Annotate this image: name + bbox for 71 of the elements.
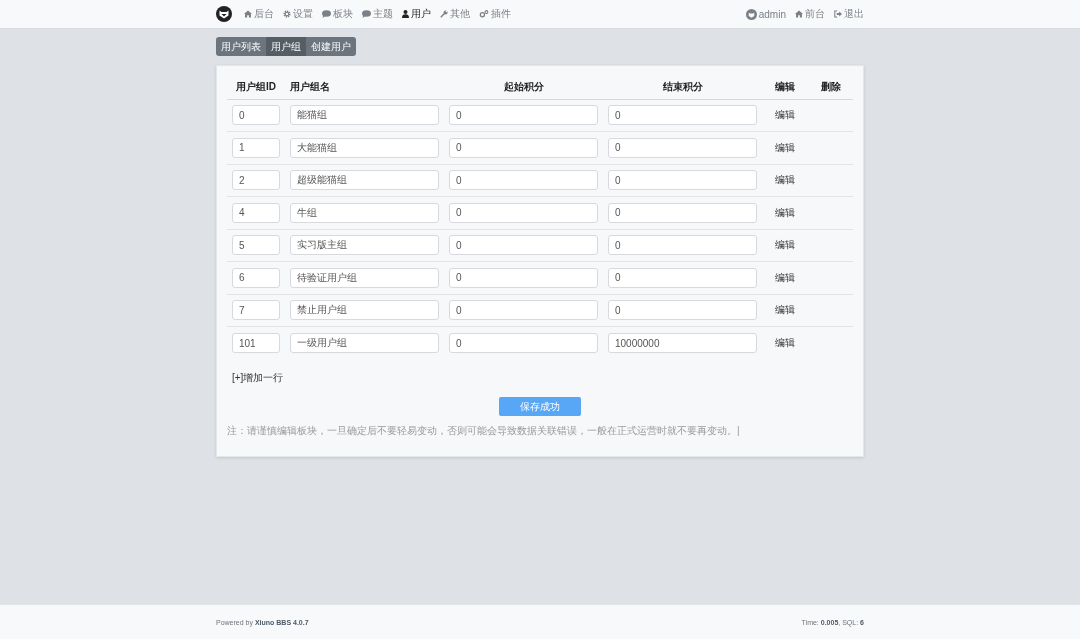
edit-link[interactable]: 编辑 bbox=[775, 174, 795, 186]
tab[interactable]: 用户列表 bbox=[216, 37, 266, 56]
input-field[interactable]: 0 bbox=[449, 267, 598, 288]
input-field[interactable]: 0 bbox=[449, 170, 598, 191]
column-header: 起始积分 bbox=[444, 76, 603, 99]
user-icon bbox=[402, 10, 409, 18]
home-icon bbox=[244, 10, 252, 18]
column-header: 结束积分 bbox=[603, 76, 762, 99]
input-field[interactable]: 超级能猫组 bbox=[290, 170, 439, 191]
nav-link[interactable]: 主题 bbox=[362, 7, 393, 21]
input-field[interactable]: 实习版主组 bbox=[290, 235, 439, 256]
input-field[interactable]: 一级用户组 bbox=[290, 333, 439, 353]
edit-link[interactable]: 编辑 bbox=[775, 337, 795, 348]
input-field[interactable]: 能猫组 bbox=[290, 105, 439, 126]
input-field[interactable]: 0 bbox=[608, 202, 757, 223]
nav-link[interactable]: 其他 bbox=[440, 7, 470, 21]
input-field[interactable]: 0 bbox=[608, 170, 757, 191]
speech-bubble-icon bbox=[362, 10, 371, 18]
edit-link[interactable]: 编辑 bbox=[775, 206, 795, 218]
input-field[interactable]: 0 bbox=[449, 137, 598, 158]
tab[interactable]: 创建用户 bbox=[306, 37, 356, 56]
nav-link[interactable]: admin bbox=[745, 8, 786, 20]
sign-out-icon bbox=[834, 10, 842, 18]
nav-link[interactable]: 前台 bbox=[795, 7, 825, 21]
nav-link[interactable]: 设置 bbox=[283, 7, 313, 21]
speech-bubble-icon bbox=[322, 10, 331, 18]
input-field[interactable]: 禁止用户组 bbox=[290, 300, 439, 321]
edit-link[interactable]: 编辑 bbox=[775, 271, 795, 283]
input-field[interactable]: 0 bbox=[449, 235, 598, 256]
avatar-icon bbox=[745, 8, 757, 20]
logo-icon[interactable] bbox=[216, 6, 232, 22]
input-field[interactable]: 6 bbox=[232, 267, 280, 288]
input-field[interactable]: 1 bbox=[232, 137, 280, 158]
input-field[interactable]: 10000000 bbox=[608, 333, 757, 353]
edit-link[interactable]: 编辑 bbox=[775, 141, 795, 153]
home-icon bbox=[795, 10, 803, 18]
nav-link[interactable]: 退出 bbox=[834, 7, 864, 21]
column-header: 编辑 bbox=[762, 76, 808, 99]
edit-link[interactable]: 编辑 bbox=[775, 304, 795, 316]
column-header: 用户组ID bbox=[227, 76, 285, 99]
input-field[interactable]: 0 bbox=[449, 105, 598, 126]
input-field[interactable]: 牛组 bbox=[290, 202, 439, 223]
input-field[interactable]: 0 bbox=[449, 300, 598, 321]
settings-icon bbox=[283, 10, 291, 18]
add-row-link[interactable]: [+]增加一行 bbox=[232, 372, 284, 383]
input-field[interactable]: 7 bbox=[232, 300, 280, 321]
input-field[interactable]: 0 bbox=[608, 300, 757, 321]
nav-link[interactable]: 后台 bbox=[244, 7, 274, 21]
tab[interactable]: 用户组 bbox=[266, 37, 306, 56]
column-header: 用户组名 bbox=[285, 76, 444, 99]
input-field[interactable]: 待验证用户组 bbox=[290, 267, 439, 288]
input-field[interactable]: 0 bbox=[608, 137, 757, 158]
input-field[interactable]: 101 bbox=[232, 333, 280, 353]
input-field[interactable]: 2 bbox=[232, 170, 280, 191]
input-field[interactable]: 0 bbox=[608, 105, 757, 126]
edit-link[interactable]: 编辑 bbox=[775, 109, 795, 121]
nav-link[interactable]: 板块 bbox=[322, 7, 353, 21]
column-header: 删除 bbox=[808, 76, 853, 99]
nav-link[interactable]: 插件 bbox=[479, 7, 511, 21]
input-field[interactable]: 5 bbox=[232, 235, 280, 256]
nav-link[interactable]: 用户 bbox=[402, 7, 431, 21]
input-field[interactable]: 0 bbox=[608, 235, 757, 256]
input-field[interactable]: 0 bbox=[608, 267, 757, 288]
input-field[interactable]: 4 bbox=[232, 202, 280, 223]
input-field[interactable]: 0 bbox=[449, 202, 598, 223]
edit-link[interactable]: 编辑 bbox=[775, 239, 795, 251]
input-field[interactable]: 大能猫组 bbox=[290, 137, 439, 158]
input-field[interactable]: 0 bbox=[449, 333, 598, 353]
wrench-icon bbox=[440, 10, 448, 18]
cogs-icon bbox=[479, 10, 489, 18]
input-field[interactable]: 0 bbox=[232, 105, 280, 126]
